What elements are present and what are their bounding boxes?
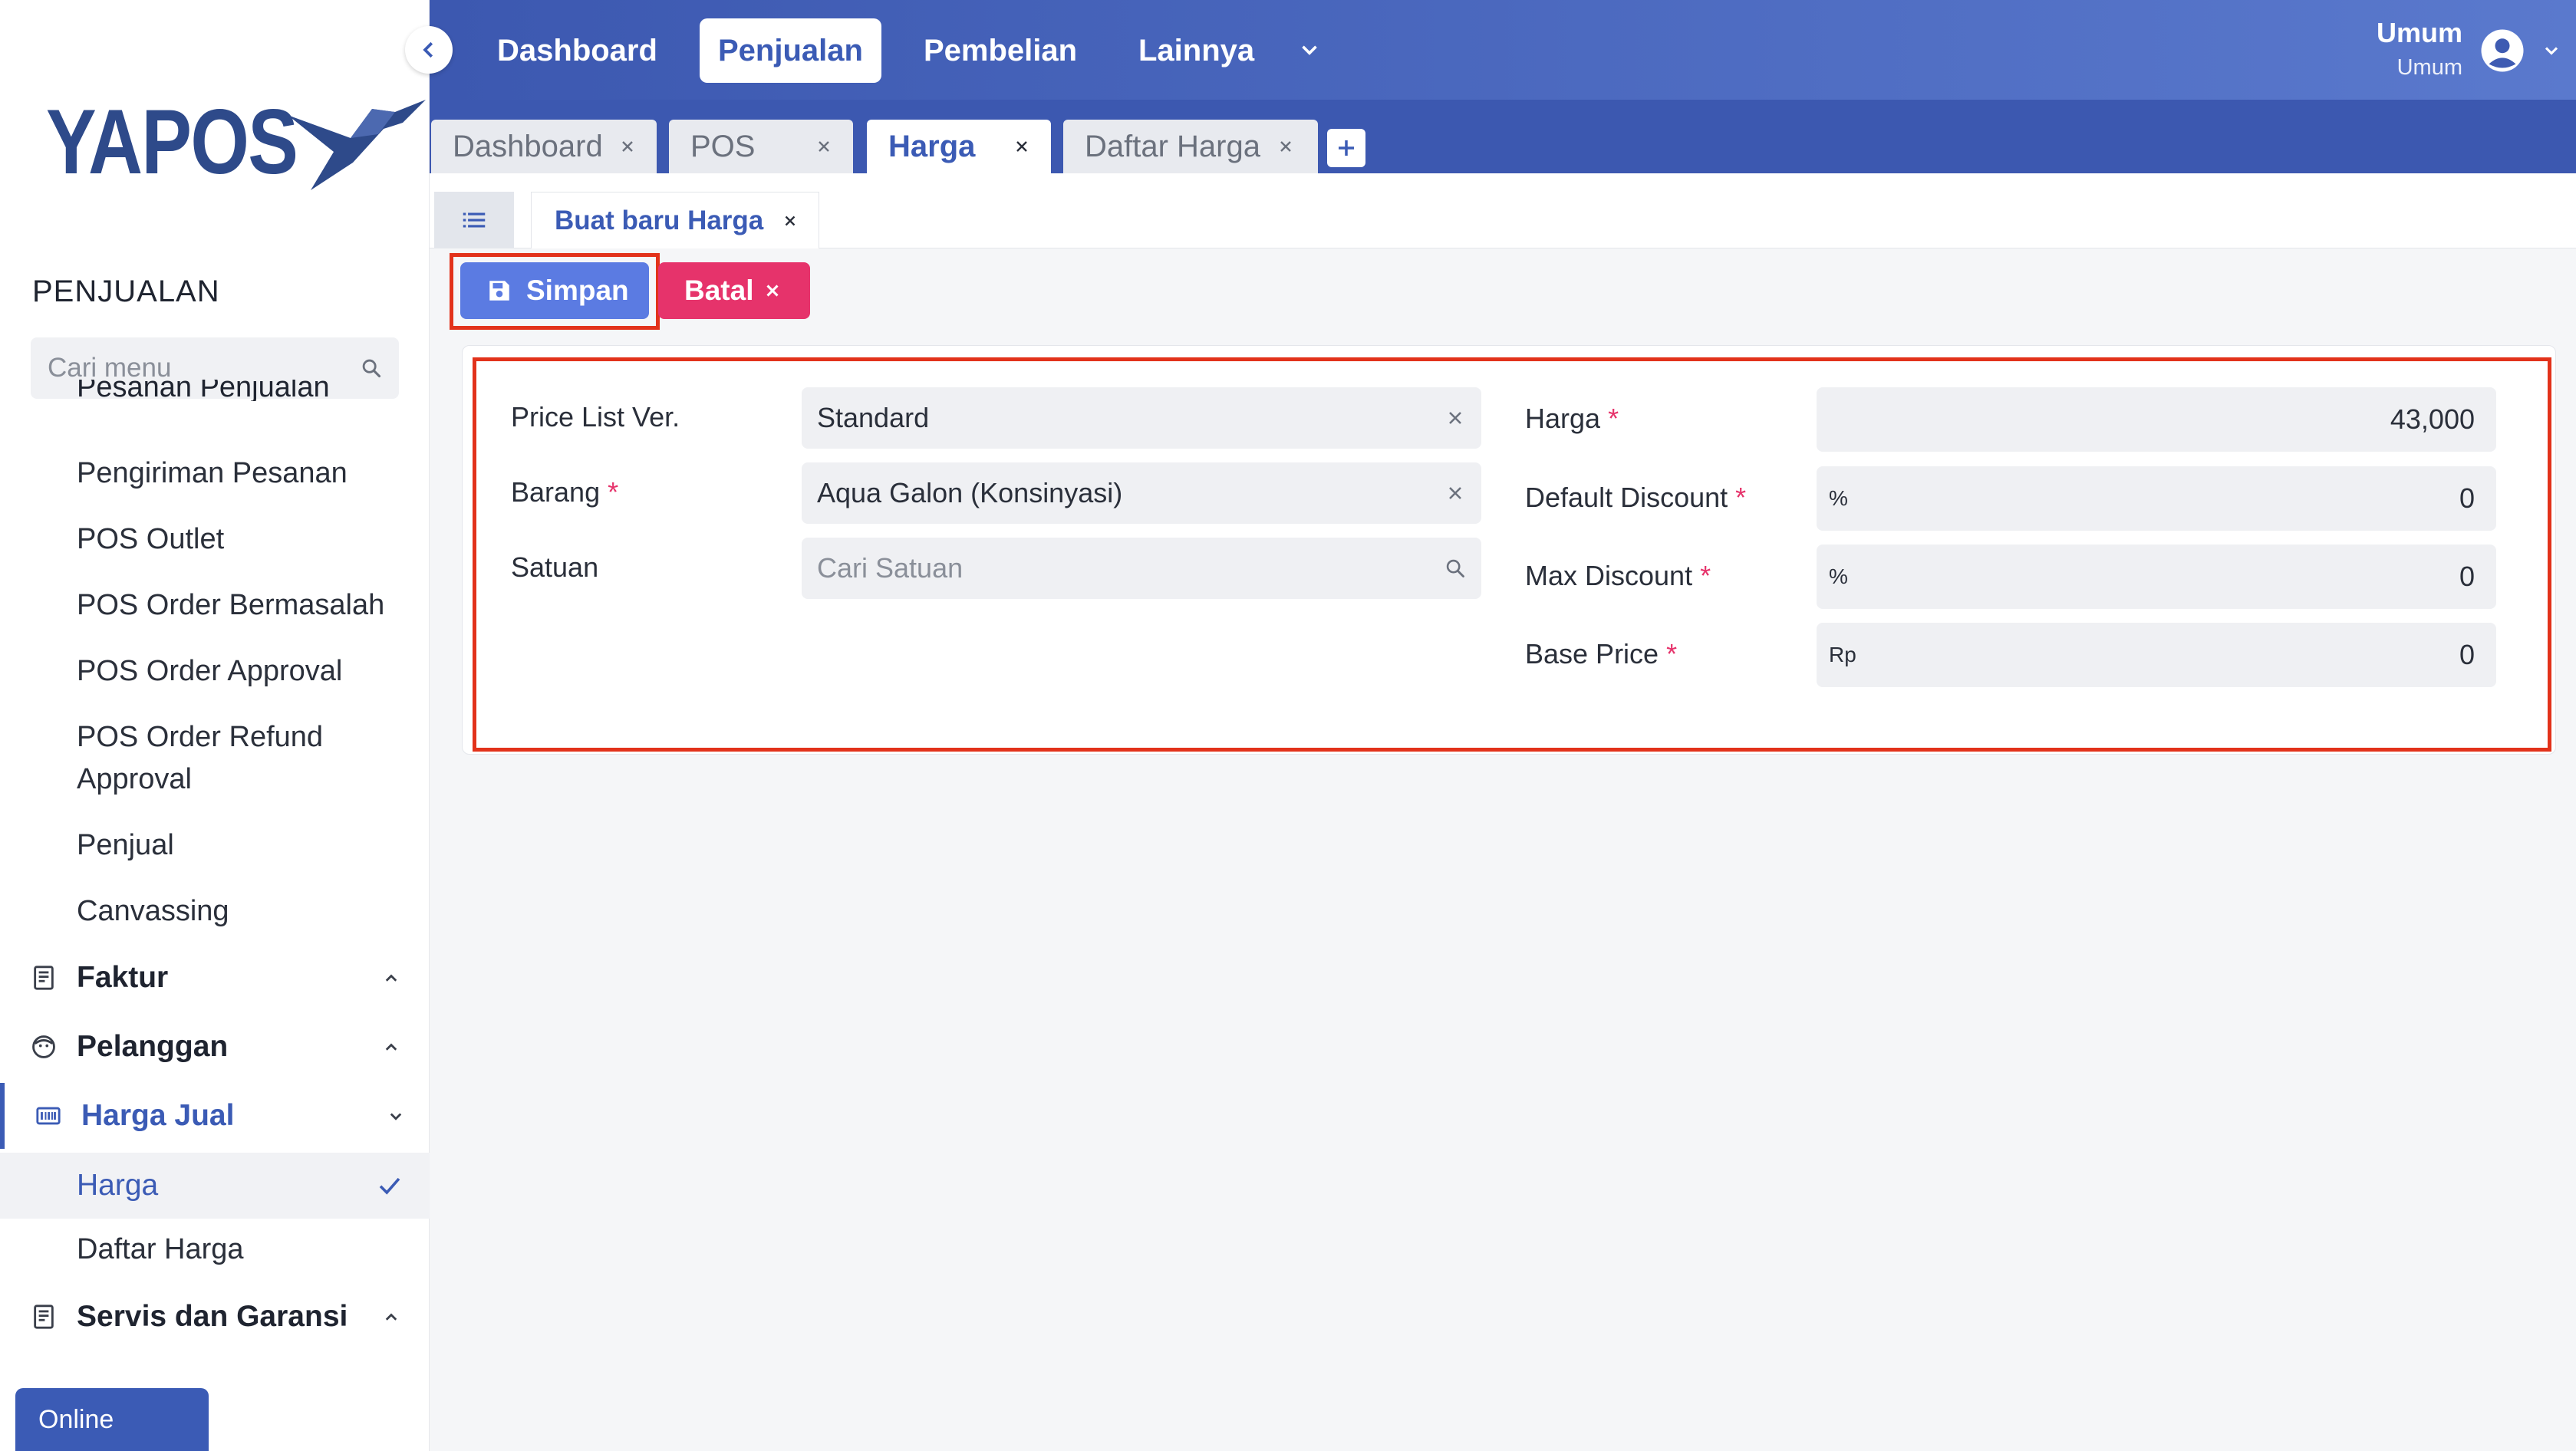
tab-label: Daftar Harga: [1085, 129, 1260, 163]
sidebar-group-label: Faktur: [77, 961, 169, 994]
close-icon[interactable]: [618, 137, 637, 156]
close-icon[interactable]: [1013, 137, 1031, 156]
sidebar-section-title: PENJUALAN: [32, 275, 220, 308]
document-tab-label: Buat baru Harga: [555, 205, 764, 235]
sidebar-item-harga[interactable]: Harga: [0, 1153, 430, 1219]
sidebar-item-label: Harga: [77, 1169, 159, 1202]
user-avatar-icon[interactable]: [2479, 28, 2525, 74]
user-name[interactable]: Umum: [2340, 17, 2462, 49]
sidebar-group-label: Pelanggan: [77, 1030, 229, 1063]
chevron-up-icon: [385, 974, 397, 982]
close-icon[interactable]: [782, 212, 799, 229]
face-icon: [32, 1035, 55, 1058]
save-button-highlight: [450, 253, 660, 330]
tab-label: Dashboard: [453, 129, 603, 163]
sidebar-item-pesanan-penjualan[interactable]: Pesanan Penjualan: [77, 380, 330, 401]
sidebar-item-pos-order-approval[interactable]: POS Order Approval: [77, 650, 342, 693]
sidebar: YAPOS PENJUALAN Cari menu Pesanan Penjua…: [0, 0, 430, 1451]
sidebar-item-canvassing[interactable]: Canvassing: [77, 890, 229, 933]
sidebar-group-label: Servis dan Garansi: [77, 1300, 348, 1333]
close-icon[interactable]: [815, 137, 833, 156]
cancel-button[interactable]: Batal: [658, 262, 810, 319]
sidebar-group-servis-garansi[interactable]: Servis dan Garansi: [0, 1284, 430, 1350]
sidebar-group-pelanggan[interactable]: Pelanggan: [0, 1014, 430, 1080]
sidebar-group-harga-jual[interactable]: Harga Jual: [0, 1083, 430, 1149]
chevron-up-icon: [385, 1043, 397, 1051]
list-icon: [463, 212, 486, 228]
nav-penjualan[interactable]: Penjualan: [700, 18, 881, 83]
form-highlight: [473, 357, 2551, 752]
tab-dashboard[interactable]: Dashboard: [431, 120, 657, 173]
online-status-badge[interactable]: Online: [15, 1388, 209, 1451]
close-icon[interactable]: [1276, 137, 1295, 156]
sidebar-item-pengiriman-pesanan[interactable]: Pengiriman Pesanan: [77, 452, 348, 495]
chevron-down-icon[interactable]: [2541, 40, 2562, 61]
sidebar-item-pos-order-refund-line2[interactable]: Approval: [77, 758, 192, 801]
tab-harga[interactable]: Harga: [867, 120, 1051, 173]
barcode-tag-icon: [36, 1107, 61, 1125]
sidebar-item-pos-order-refund[interactable]: POS Order Refund: [77, 716, 323, 758]
yapos-logo[interactable]: YAPOS: [46, 84, 426, 199]
sidebar-collapse-button[interactable]: [405, 26, 453, 74]
tab-label: Harga: [888, 129, 976, 163]
sidebar-item-daftar-harga[interactable]: Daftar Harga: [77, 1229, 244, 1271]
nav-lainnya[interactable]: Lainnya: [1120, 18, 1273, 83]
list-view-button[interactable]: [434, 192, 514, 248]
logo-text: YAPOS: [46, 90, 298, 193]
chevron-down-icon: [390, 1113, 402, 1120]
check-icon: [379, 1177, 400, 1195]
add-tab-button[interactable]: [1327, 129, 1365, 167]
tab-pos[interactable]: POS: [669, 120, 853, 173]
sidebar-item-pos-order-bermasalah[interactable]: POS Order Bermasalah: [77, 584, 384, 627]
chevron-down-icon[interactable]: [1296, 37, 1323, 63]
nav-dashboard[interactable]: Dashboard: [479, 18, 676, 83]
bird-logo-icon: [288, 100, 426, 190]
cancel-button-label: Batal: [684, 275, 754, 306]
tab-label: POS: [690, 129, 756, 163]
chevron-up-icon: [385, 1313, 397, 1321]
sidebar-item-pos-outlet[interactable]: POS Outlet: [77, 518, 224, 561]
document-tab-buat-baru-harga[interactable]: Buat baru Harga: [531, 192, 819, 248]
chevron-left-icon: [423, 41, 433, 58]
sidebar-group-faktur[interactable]: Faktur: [0, 945, 430, 1011]
user-role: Umum: [2396, 55, 2462, 80]
sidebar-group-label: Harga Jual: [81, 1099, 235, 1132]
invoice-icon: [34, 966, 54, 990]
close-icon: [766, 285, 779, 297]
search-icon: [362, 359, 381, 378]
document-icon: [34, 1305, 54, 1329]
nav-pembelian[interactable]: Pembelian: [905, 18, 1095, 83]
plus-icon: [1339, 140, 1354, 156]
tab-daftar-harga[interactable]: Daftar Harga: [1063, 120, 1318, 173]
sidebar-item-penjual[interactable]: Penjual: [77, 824, 174, 867]
sidebar-search-placeholder: Cari menu: [48, 353, 172, 383]
